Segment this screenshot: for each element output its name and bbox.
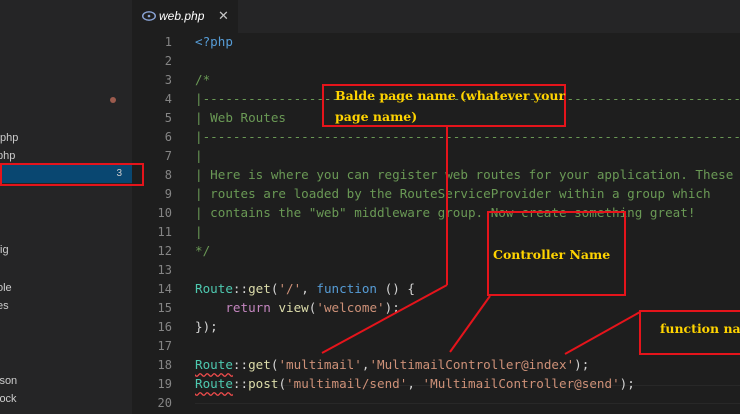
token: , [301,281,317,296]
tab-web-php[interactable]: web.php ✕ [132,0,238,33]
line-number: 15 [157,301,172,315]
return-keyword: return [225,300,271,315]
blade-annotation-line1: Balde page name (whatever your [335,88,566,103]
sidebar-file-item[interactable]: json [0,372,132,390]
code-line-18: Route::get('multimail','MultimailControl… [195,356,589,374]
token: :: [232,376,249,391]
sidebar-file-item[interactable]: l [0,332,132,350]
code-line-7: | [195,148,203,163]
sidebar-file-item[interactable]: es [0,297,132,315]
string-literal: 'multimail/send' [286,376,408,391]
line-number: 3 [164,73,172,87]
line-number: 16 [157,320,172,334]
code-line-15: return view('welcome'); [195,299,400,317]
token: () { [377,281,415,296]
sidebar-file-label: fig [0,244,9,256]
code-line-11: | [195,224,203,239]
sidebar-file-item[interactable]: .php [0,129,132,147]
token: :: [232,357,249,372]
php-file-icon [142,11,156,21]
token: , [407,376,423,391]
line-number: 12 [157,244,172,258]
code-line-14: Route::get('/', function () { [195,280,415,298]
php-open-tag: <?php [195,34,233,49]
arrow-line [449,295,491,353]
arrow-line [564,311,641,355]
code-line-8: | Here is where you can register web rou… [195,167,734,182]
string-literal: 'welcome' [316,300,385,315]
sidebar-file-label: .php [0,132,19,144]
line-number: 10 [157,206,172,220]
sidebar-file-item[interactable]: lock [0,390,132,408]
explorer-sidebar: .php php 3 fig ole es l json lock [0,0,132,414]
route-class: Route [195,357,233,372]
close-icon[interactable]: ✕ [218,0,229,33]
route-class: Route [195,281,233,296]
code-line-19: Route::post('multimail/send', 'Multimail… [195,375,635,393]
method-get: get [248,281,271,296]
function-keyword: function [316,281,378,296]
line-number: 2 [164,54,172,68]
line-number: 6 [164,130,172,144]
line-number: 13 [157,263,172,277]
string-literal: 'MultimailController@send' [422,376,620,391]
controller-annotation-text: Controller Name [493,247,611,262]
code-line-1: <?php [195,33,233,51]
line-number: 1 [164,35,172,49]
selected-file-highlight-box [0,163,144,186]
code-line-9: | routes are loaded by the RouteServiceP… [195,186,711,201]
line-number: 18 [157,358,172,372]
line-number: 9 [164,187,172,201]
line-number: 14 [157,282,172,296]
string-literal: '/' [278,281,302,296]
token: ); [619,376,635,391]
string-literal: 'MultimailController@index' [369,357,575,372]
tab-label: web.php [159,9,205,23]
sidebar-file-item[interactable]: ole [0,279,132,297]
code-line-12: */ [195,243,211,258]
modified-dot-icon [110,97,116,103]
string-literal: 'multimail' [278,357,362,372]
view-function: view [278,300,309,315]
sidebar-file-label: es [0,300,9,312]
route-class: Route [195,376,233,391]
sidebar-file-label: ole [0,282,12,294]
line-number: 5 [164,111,172,125]
line-number: 4 [164,92,172,106]
editor-tab-bar: web.php ✕ [132,0,740,33]
method-post: post [248,376,279,391]
line-number: 20 [157,396,172,410]
token: ); [574,357,590,372]
token: ); [384,300,400,315]
method-get: get [248,357,271,372]
token: :: [232,281,249,296]
line-number: 19 [157,377,172,391]
sidebar-file-item[interactable]: fig [0,241,132,259]
code-line-16: }); [195,319,218,334]
line-number: 11 [157,225,172,239]
code-line-3: /* [195,72,211,87]
blade-annotation-line2: page name) [335,109,418,124]
token: ( [278,376,287,391]
sidebar-file-label: json [0,375,18,387]
sidebar-file-label: lock [0,393,17,405]
code-line-5: | Web Routes [195,110,286,125]
line-number: 17 [157,339,172,353]
function-annotation-text: function nam [660,321,740,336]
code-line-6: |---------------------------------------… [195,129,740,144]
